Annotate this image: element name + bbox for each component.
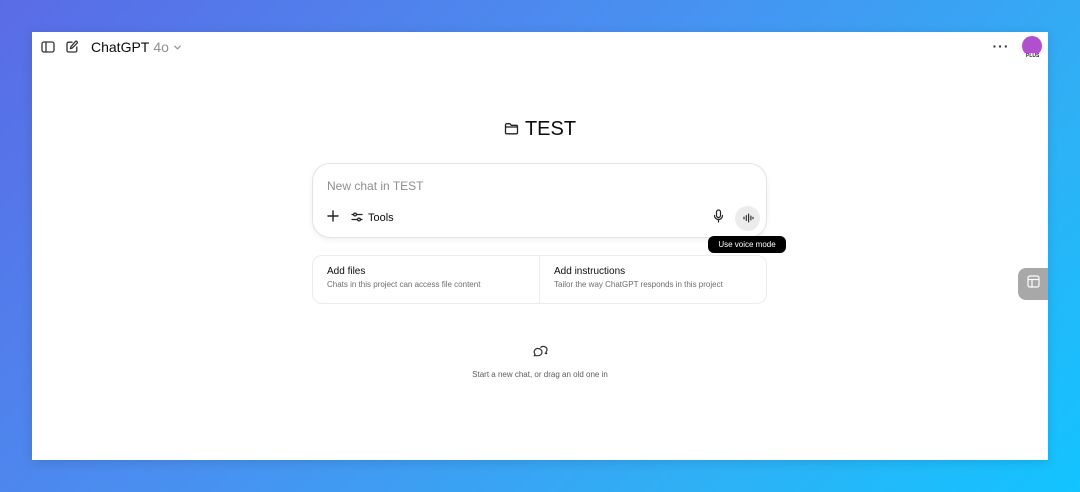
project-actions: Add files Chats in this project can acce… bbox=[312, 255, 767, 304]
add-files-card[interactable]: Add files Chats in this project can acce… bbox=[313, 256, 539, 303]
sidebar-toggle-icon[interactable] bbox=[40, 39, 56, 55]
top-bar: ChatGPT 4o ··· PLUS bbox=[32, 32, 1048, 62]
folder-icon bbox=[504, 118, 519, 141]
app-window: ChatGPT 4o ··· PLUS TEST New chat in TES… bbox=[32, 32, 1048, 460]
plan-badge: PLUS bbox=[1025, 53, 1041, 59]
add-attachment-button[interactable] bbox=[325, 210, 341, 226]
more-options-button[interactable]: ··· bbox=[990, 37, 1012, 55]
model-switcher[interactable]: ChatGPT 4o bbox=[91, 38, 182, 56]
model-version: 4o bbox=[153, 39, 169, 55]
card-description: Tailor the way ChatGPT responds in this … bbox=[554, 280, 723, 289]
tools-button[interactable]: Tools bbox=[351, 209, 394, 227]
model-name: ChatGPT bbox=[91, 39, 150, 55]
chat-composer: Tools bbox=[312, 163, 767, 238]
panel-layout-icon bbox=[1026, 275, 1040, 293]
compose-icon[interactable] bbox=[64, 39, 80, 55]
dictate-button[interactable] bbox=[711, 208, 725, 228]
card-title: Add files bbox=[327, 266, 366, 277]
microphone-icon bbox=[713, 208, 724, 228]
waveform-icon bbox=[742, 210, 754, 228]
sliders-icon bbox=[351, 211, 363, 226]
chevron-down-icon bbox=[173, 39, 182, 55]
empty-state-text: Start a new chat, or drag an old one in bbox=[472, 370, 608, 379]
empty-state: Start a new chat, or drag an old one in bbox=[32, 345, 1048, 379]
card-title: Add instructions bbox=[554, 266, 626, 277]
voice-mode-button[interactable] bbox=[735, 206, 760, 231]
add-instructions-card[interactable]: Add instructions Tailor the way ChatGPT … bbox=[539, 256, 766, 303]
project-title-text: TEST bbox=[524, 118, 577, 140]
chat-input[interactable] bbox=[327, 176, 747, 196]
plus-icon bbox=[327, 209, 339, 227]
tools-label: Tools bbox=[368, 212, 394, 224]
chat-bubbles-icon bbox=[532, 345, 548, 364]
voice-mode-tooltip: Use voice mode bbox=[708, 236, 786, 253]
project-title: TEST bbox=[32, 118, 1048, 141]
card-description: Chats in this project can access file co… bbox=[327, 280, 481, 289]
side-panel-toggle[interactable] bbox=[1018, 268, 1048, 300]
